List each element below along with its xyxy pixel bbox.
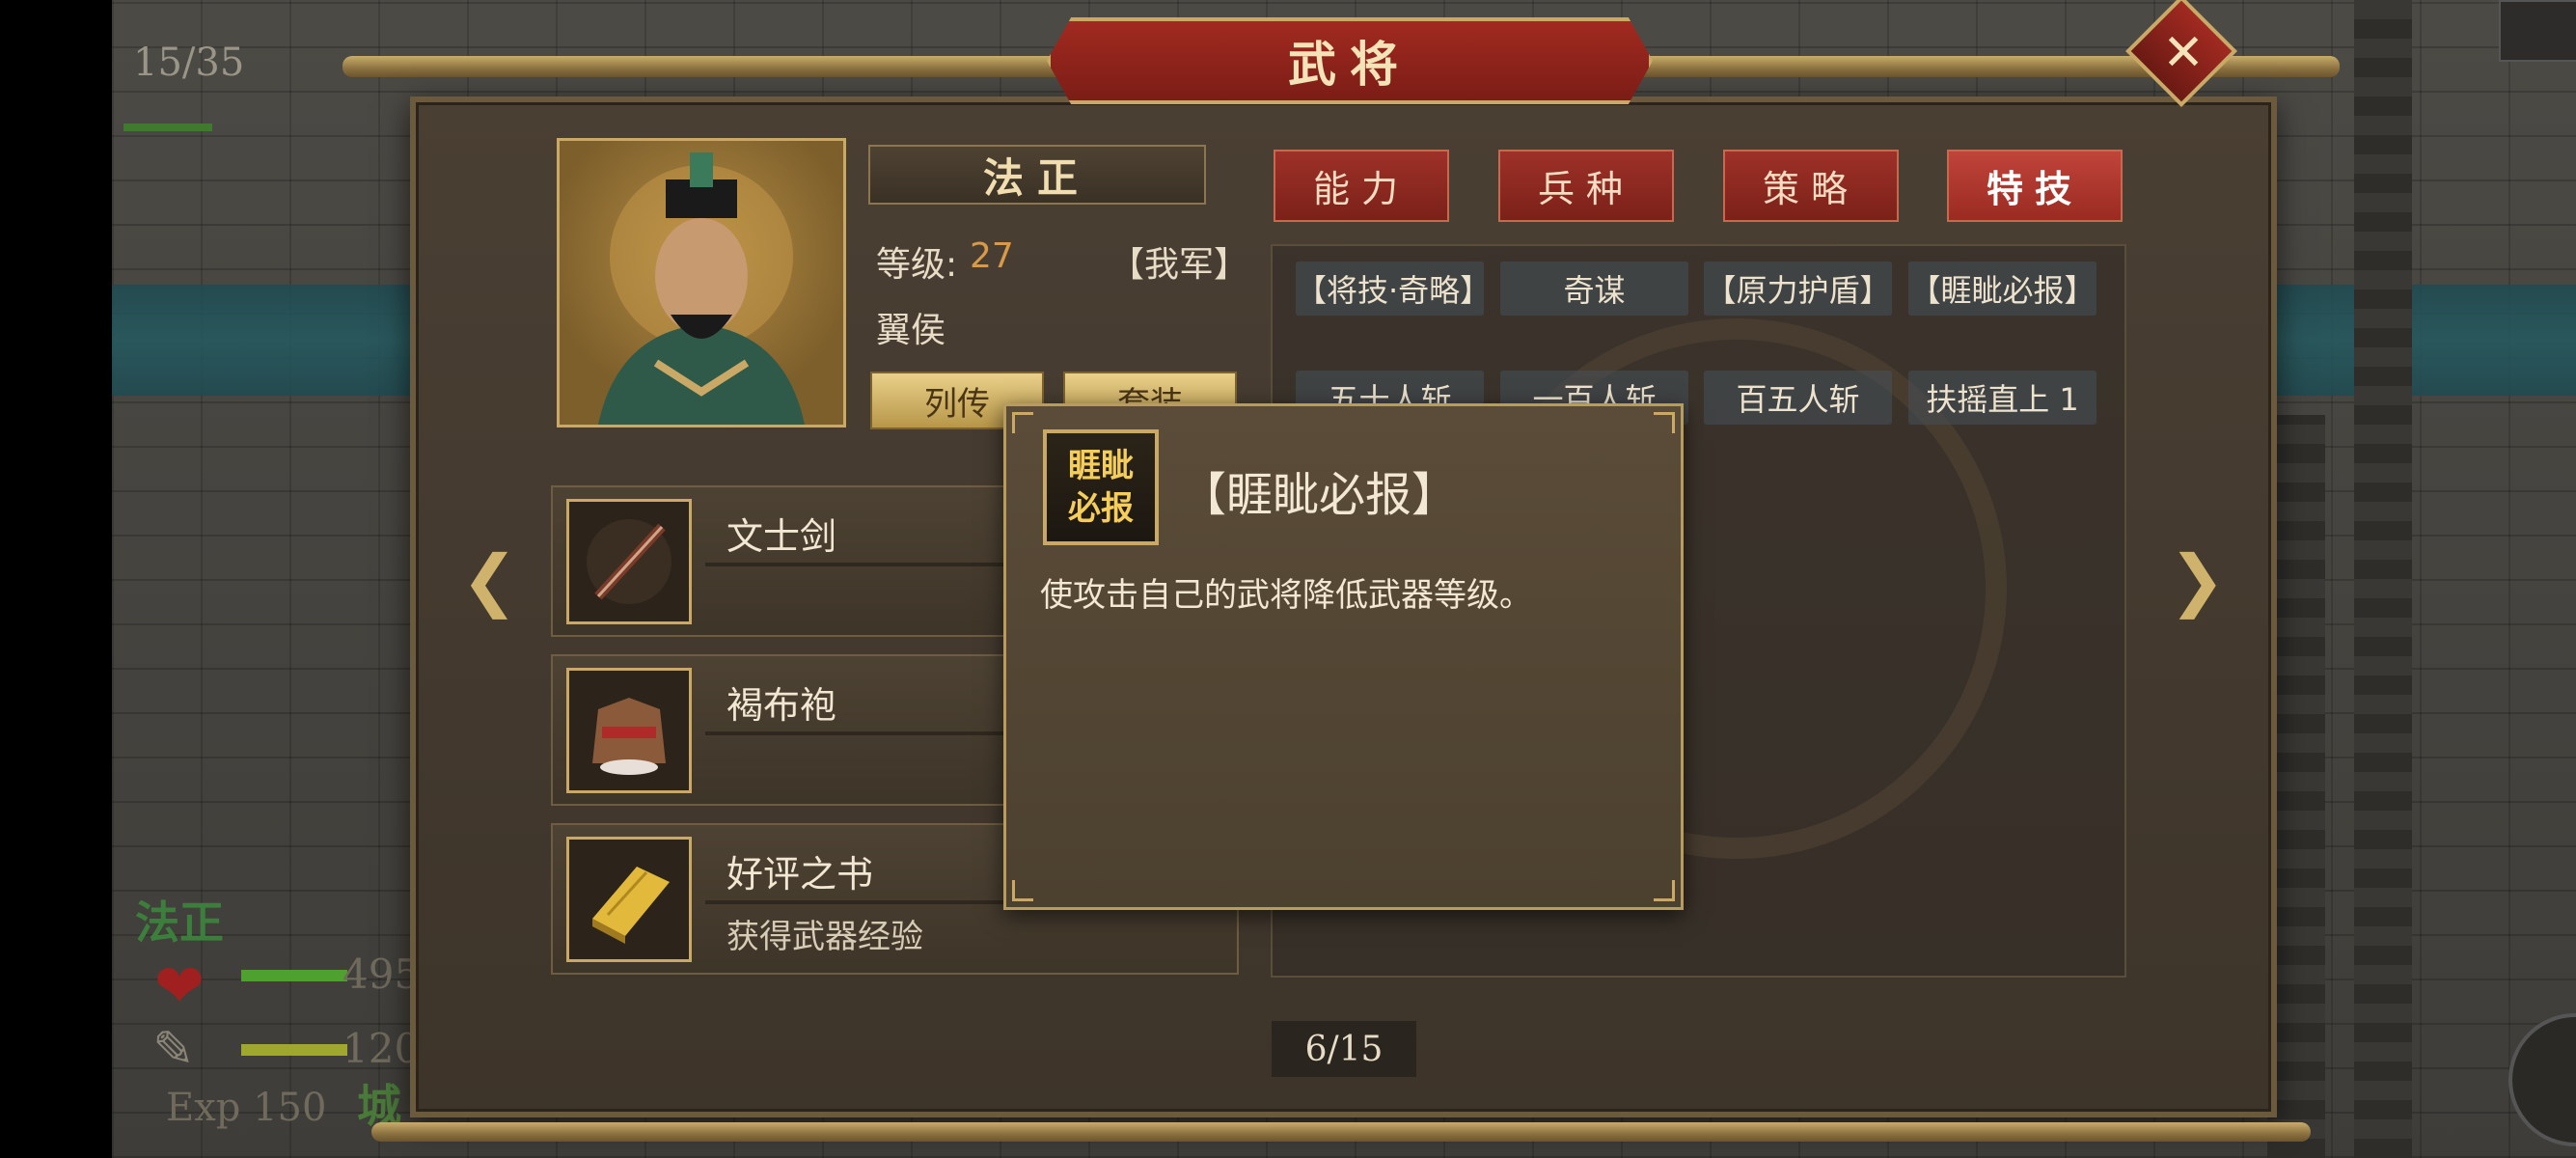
skill-chip[interactable]: 百五人斩 <box>1704 371 1892 425</box>
general-name-plaque: 法正 <box>868 145 1206 205</box>
tooltip-description: 使攻击自己的武将降低武器等级。 <box>1040 576 1532 615</box>
faction-label: 【我军】 <box>1110 245 1249 285</box>
skill-icon-text: 睚眦 <box>1068 447 1134 485</box>
equipment-desc: 获得武器经验 <box>726 918 923 956</box>
tooltip-corner <box>1012 880 1033 901</box>
exp-value: Exp 150 <box>166 1086 327 1130</box>
hud-hero-name: 法正 <box>135 896 224 949</box>
skill-icon-text: 必报 <box>1068 489 1134 528</box>
general-name: 法正 <box>982 153 1091 202</box>
robe-icon <box>566 668 692 793</box>
close-icon[interactable]: ✕ <box>2144 14 2223 93</box>
chevron-left-icon[interactable]: ❮ <box>461 540 518 620</box>
page-indicator: 6/15 <box>1272 1021 1416 1077</box>
tab-strategy[interactable]: 策略 <box>1723 150 1899 222</box>
skill-chip[interactable]: 【原力护盾】 <box>1704 262 1892 316</box>
city-wall <box>2354 0 2412 1158</box>
tab-ability[interactable]: 能力 <box>1274 150 1449 222</box>
skill-chip[interactable]: 奇谋 <box>1500 262 1688 316</box>
tooltip-title: 【睚眦必报】 <box>1180 468 1459 522</box>
tooltip-corner <box>1012 412 1033 433</box>
book-icon <box>566 837 692 962</box>
tooltip-corner <box>1654 880 1675 901</box>
portrait-image <box>598 152 805 425</box>
sword-icon <box>566 499 692 624</box>
mp-bar <box>241 1044 347 1056</box>
level-value: 27 <box>970 236 1014 276</box>
window-title-plaque: 武将 <box>1047 17 1653 104</box>
turn-counter: 15/35 <box>133 41 245 85</box>
general-portrait <box>557 138 846 427</box>
tooltip-corner <box>1654 412 1675 433</box>
skill-chip[interactable]: 【将技·奇略】 <box>1296 262 1491 316</box>
general-title: 翼侯 <box>876 311 946 350</box>
menu-icon[interactable] <box>2499 0 2576 62</box>
skill-icon: 睚眦 必报 <box>1043 429 1159 545</box>
feather-icon: ✎ <box>152 1021 195 1079</box>
heart-icon: ❤ <box>154 951 205 1021</box>
equipment-name: 好评之书 <box>726 853 874 896</box>
hp-value: 495 <box>343 951 421 998</box>
window-bottom-rail <box>371 1122 2311 1142</box>
skill-chip[interactable]: 扶摇直上 1 <box>1908 371 2096 425</box>
tab-special-skill[interactable]: 特技 <box>1947 150 2123 222</box>
tab-troop-type[interactable]: 兵种 <box>1498 150 1674 222</box>
skill-chip[interactable]: 【睚眦必报】 <box>1908 262 2096 316</box>
equipment-name: 褐布袍 <box>726 684 837 727</box>
skill-tooltip: 睚眦 必报 【睚眦必报】 使攻击自己的武将降低武器等级。 <box>1003 403 1684 910</box>
hp-bar <box>241 970 347 981</box>
chevron-right-icon[interactable]: ❯ <box>2169 540 2226 620</box>
equipment-name: 文士剑 <box>726 515 837 558</box>
mp-value: 120 <box>343 1025 421 1072</box>
level-label: 等级: <box>876 245 958 285</box>
turn-progress-bar <box>123 124 212 131</box>
window-title: 武将 <box>1288 36 1411 93</box>
